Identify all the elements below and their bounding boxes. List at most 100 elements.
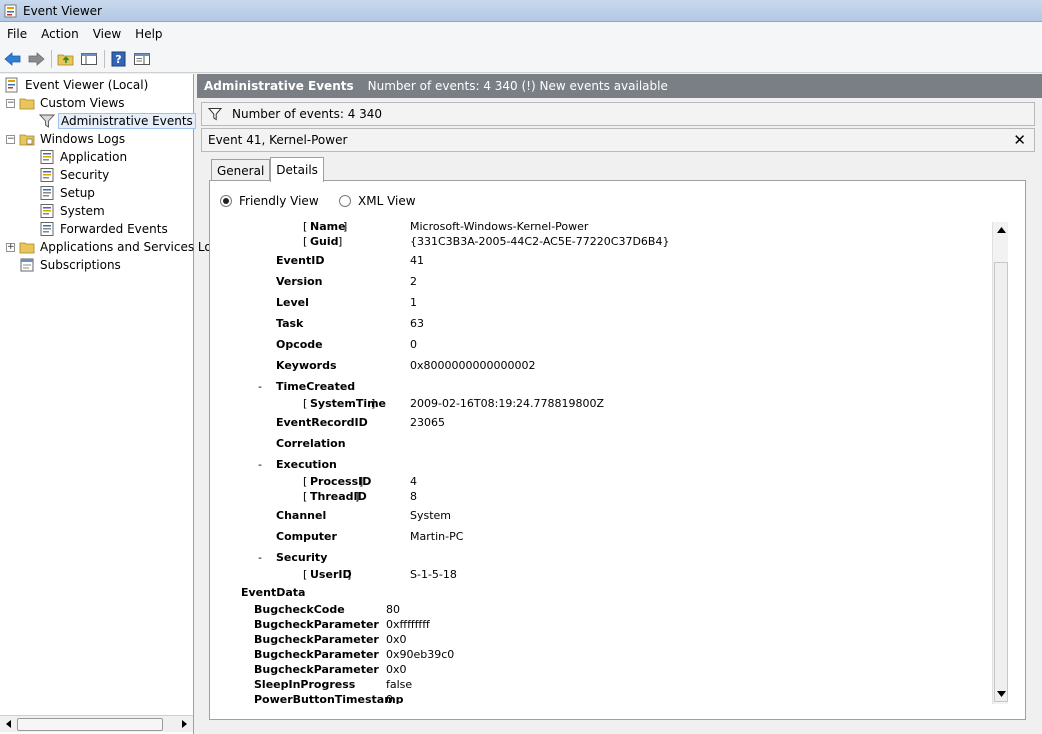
tree-label: Application [60, 150, 128, 164]
filter-funnel-icon [39, 114, 55, 128]
bracket: [ [303, 490, 308, 503]
detail-key: BugcheckParameter [254, 663, 379, 676]
scroll-left-button[interactable] [1, 716, 17, 732]
scrollbar-thumb[interactable] [994, 262, 1008, 702]
tree-label: Forwarded Events [60, 222, 168, 236]
friendly-view-radio[interactable]: Friendly View [220, 194, 319, 208]
triangle-up-icon [996, 227, 1006, 233]
event-viewer-icon [5, 77, 18, 93]
tree-item-administrative-events[interactable]: Administrative Events [39, 112, 196, 130]
detail-key: BugcheckParameter [254, 618, 379, 631]
radio-label: Friendly View [239, 194, 319, 208]
expand-toggle-icon[interactable]: + [6, 242, 15, 252]
detail-key: Opcode [276, 338, 323, 351]
detail-value: 2009-02-16T08:19:24.778819800Z [410, 397, 605, 410]
detail-key: Channel [276, 509, 327, 522]
menu-action[interactable]: Action [34, 27, 86, 41]
tree-label: Security [60, 168, 110, 182]
menu-help[interactable]: Help [128, 27, 169, 41]
tree-item-forwarded-events[interactable]: Forwarded Events [39, 220, 170, 238]
log-icon [40, 204, 54, 218]
triangle-left-icon [6, 720, 11, 728]
detail-value: Martin-PC [410, 530, 464, 543]
event-title: Event 41, Kernel-Power [208, 133, 348, 147]
close-icon[interactable]: ✕ [1013, 132, 1026, 148]
folder-icon [19, 242, 35, 254]
tree-item-setup[interactable]: Setup [39, 184, 97, 202]
show-hide-tree-button[interactable] [78, 48, 100, 70]
properties-button[interactable] [131, 48, 153, 70]
xml-view-radio[interactable]: XML View [339, 194, 416, 208]
subscriptions-icon [20, 258, 34, 272]
tree-label: Applications and Services Lo [40, 240, 212, 254]
detail-value: Microsoft-Windows-Kernel-Power [410, 222, 589, 233]
tree-item-applications-services[interactable]: + Applications and Services Lo [6, 238, 214, 256]
menu-file[interactable]: File [0, 27, 34, 41]
view-event-count: Number of events: 4 340 (!) New events a… [367, 79, 668, 93]
folder-icon [19, 134, 35, 146]
details-vertical-scrollbar[interactable] [992, 222, 1008, 704]
filter-funnel-icon [208, 108, 222, 121]
back-button[interactable] [2, 48, 24, 70]
detail-value: 0 [410, 338, 417, 351]
tree-item-subscriptions[interactable]: Subscriptions [19, 256, 123, 274]
tree-horizontal-scrollbar[interactable] [0, 715, 193, 732]
tree-label: Administrative Events [58, 113, 196, 129]
detail-value: 1 [410, 296, 417, 309]
bracket: ] [338, 235, 343, 248]
help-button[interactable]: ? [108, 48, 130, 70]
detail-value: 8 [410, 490, 417, 503]
tree-item-custom-views[interactable]: − Custom Views [6, 94, 127, 112]
detail-key: Computer [276, 530, 337, 543]
tree-item-windows-logs[interactable]: − Windows Logs [6, 130, 127, 148]
folder-icon [19, 98, 35, 110]
bracket: ] [371, 397, 376, 410]
collapse-node-toggle[interactable]: - [258, 458, 262, 471]
radio-selected-icon [220, 195, 232, 207]
bracket: [ [303, 475, 308, 488]
scroll-right-button[interactable] [176, 716, 192, 732]
tree-item-event-viewer-local[interactable]: Event Viewer (Local) [4, 76, 150, 94]
tab-label: General [217, 163, 265, 178]
scroll-down-button[interactable] [993, 686, 1009, 702]
detail-key: Security [276, 551, 328, 564]
tab-label: Details [276, 163, 318, 177]
detail-value: {331C3B3A-2005-44C2-AC5E-77220C37D6B4} [410, 235, 670, 248]
tab-details[interactable]: Details [270, 157, 324, 182]
tab-general[interactable]: General [211, 159, 271, 181]
view-title: Administrative Events [204, 79, 354, 93]
detail-value: 41 [410, 254, 424, 267]
details-panel: Friendly View XML View [ Name ] Microsof… [209, 180, 1026, 720]
detail-value: 0x0 [386, 663, 407, 676]
detail-key: Execution [276, 458, 337, 471]
bracket: ] [343, 222, 348, 233]
scroll-up-button[interactable] [993, 222, 1009, 238]
detail-value: System [410, 509, 452, 522]
detail-key: EventData [241, 586, 306, 599]
detail-value: 0x8000000000000002 [410, 359, 536, 372]
collapse-node-toggle[interactable]: - [258, 551, 262, 564]
tree-item-system[interactable]: System [39, 202, 107, 220]
detail-key: Keywords [276, 359, 337, 372]
tree-label: System [60, 204, 105, 218]
forward-button[interactable] [25, 48, 47, 70]
detail-key: BugcheckParameter [254, 648, 379, 661]
menu-view[interactable]: View [86, 27, 128, 41]
detail-key: Version [276, 275, 323, 288]
tree-label: Event Viewer (Local) [25, 78, 149, 92]
scrollbar-thumb[interactable] [17, 718, 163, 731]
collapse-toggle-icon[interactable]: − [6, 98, 15, 108]
detail-key: PowerButtonTimestamp [254, 693, 404, 704]
tree-item-application[interactable]: Application [39, 148, 129, 166]
up-folder-button[interactable] [55, 48, 77, 70]
collapse-node-toggle[interactable]: - [258, 380, 262, 393]
tree-item-security[interactable]: Security [39, 166, 111, 184]
bracket: [ [303, 568, 308, 581]
tree-label: Subscriptions [40, 258, 121, 272]
detail-key: Name [310, 222, 346, 233]
collapse-toggle-icon[interactable]: − [6, 134, 15, 144]
log-icon [40, 186, 54, 200]
detail-key: BugcheckCode [254, 603, 345, 616]
detail-value: false [386, 678, 413, 691]
log-icon [40, 222, 54, 236]
